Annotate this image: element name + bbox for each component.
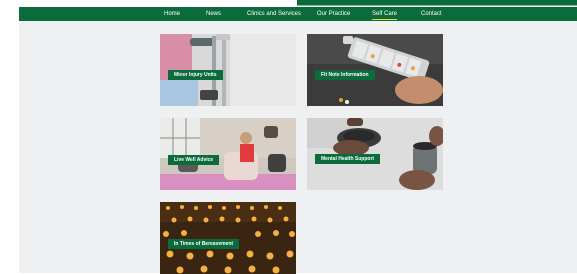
card-live-well-advice[interactable]: Live Well Advice: [160, 118, 296, 190]
top-strip: [0, 0, 577, 7]
left-margin: [0, 7, 19, 273]
card-label: Fit Note Information: [315, 70, 375, 80]
exercise-class-photo: [160, 118, 296, 190]
nav-item-clinics-and-services[interactable]: Clinics and Services: [247, 7, 301, 21]
nav-item-news[interactable]: News: [206, 7, 221, 21]
nav-item-our-practice[interactable]: Our Practice: [317, 7, 350, 21]
card-minor-injury-units[interactable]: Minor Injury Units: [160, 34, 296, 106]
card-label: Mental Health Support: [315, 154, 381, 164]
nav-item-self-care[interactable]: Self Care: [372, 7, 398, 21]
nav-item-home[interactable]: Home: [164, 7, 180, 21]
card-label: In Times of Bereavement: [168, 239, 240, 249]
card-label: Minor Injury Units: [168, 70, 223, 80]
card-fit-note-information[interactable]: Fit Note Information: [307, 34, 443, 106]
candles-photo: [160, 202, 296, 274]
nav-item-contact[interactable]: Contact: [421, 7, 442, 21]
card-in-times-of-bereavement[interactable]: In Times of Bereavement: [160, 202, 296, 274]
top-accent-bar: [297, 0, 577, 6]
card-label: Live Well Advice: [168, 155, 220, 165]
main-navigation: Home News Clinics and Services Our Pract…: [19, 7, 577, 21]
self-care-content: Minor Injury Units Fit Note Information: [19, 21, 577, 274]
card-mental-health-support[interactable]: Mental Health Support: [307, 118, 443, 190]
